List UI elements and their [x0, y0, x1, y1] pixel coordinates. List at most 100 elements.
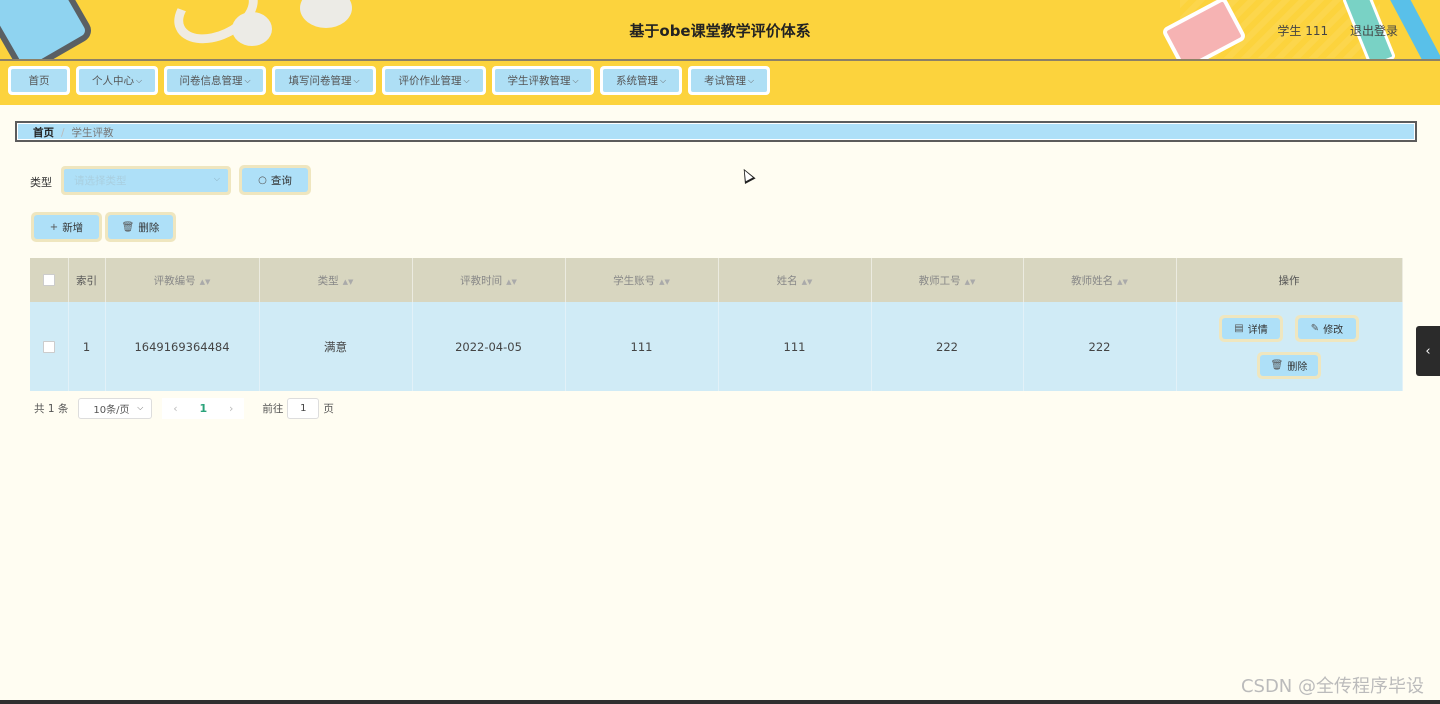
- row-select-cell: [30, 302, 69, 391]
- column-header-label: 评教时间: [460, 274, 503, 287]
- column-header-label: 教师工号: [918, 274, 961, 287]
- detail-button[interactable]: ▤ 详情: [1219, 314, 1283, 342]
- column-header-label: 教师姓名: [1071, 274, 1114, 287]
- edit-icon: ✎: [1310, 322, 1320, 334]
- type-select[interactable]: 请选择类型 ⌵: [61, 166, 231, 195]
- chevron-down-icon: ⌵: [213, 174, 220, 183]
- column-header-type[interactable]: 类型 ▲▼: [259, 258, 413, 302]
- cell-teacher-name: 222: [1023, 302, 1177, 391]
- breadcrumb-current: 学生评教: [71, 127, 114, 139]
- column-header-eval-no[interactable]: 评教编号 ▲▼: [105, 258, 260, 302]
- trash-icon: 🗑: [1270, 359, 1284, 371]
- main-nav: 首页 个人中心 ⌵ 问卷信息管理 ⌵ 填写问卷管理 ⌵ 评价作业管理 ⌵ 学生评教管理 ⌵…: [0, 61, 1440, 105]
- add-button-label: 新增: [62, 221, 84, 234]
- sort-icon[interactable]: ▲▼: [1117, 278, 1128, 286]
- trash-icon: 🗑: [121, 221, 135, 233]
- column-header-teacher-no[interactable]: 教师工号 ▲▼: [871, 258, 1024, 302]
- pagination-total: 共 1 条: [34, 402, 69, 415]
- row-delete-button-label: 删除: [1287, 361, 1308, 373]
- search-icon: ○: [258, 174, 267, 186]
- batch-delete-button[interactable]: 🗑 删除: [105, 212, 176, 242]
- type-select-placeholder: 请选择类型: [74, 175, 127, 187]
- goto-page-input[interactable]: [287, 397, 320, 419]
- chevron-down-icon: ⌵: [244, 75, 251, 85]
- breadcrumb-home[interactable]: 首页: [33, 127, 54, 139]
- nav-item-label: 问卷信息管理: [179, 75, 243, 87]
- nav-item-student-evaluation[interactable]: 学生评教管理 ⌵: [492, 66, 594, 95]
- type-filter-label: 类型: [30, 176, 52, 189]
- current-user-label: 学生 111: [1277, 24, 1329, 38]
- cell-teacher-no: 222: [871, 302, 1024, 391]
- column-header-teacher-name[interactable]: 教师姓名 ▲▼: [1023, 258, 1177, 302]
- document-icon: ▤: [1234, 322, 1244, 334]
- table-header-row: 索引 评教编号 ▲▼ 类型 ▲▼ 评教时间 ▲▼ 学生账号 ▲▼ 姓名 ▲▼ 教师工号 ▲▼…: [30, 258, 1403, 302]
- nav-item-evaluation-homework[interactable]: 评价作业管理 ⌵: [382, 66, 486, 95]
- nav-item-label: 学生评教管理: [507, 75, 571, 87]
- top-header: 基于obe课堂教学评价体系 学生 111 退出登录: [0, 0, 1440, 61]
- page-size-value: 10条/页: [93, 404, 130, 416]
- next-page-icon[interactable]: ›: [229, 402, 233, 415]
- nav-item-label: 考试管理: [703, 75, 746, 87]
- plus-icon: +: [49, 221, 59, 233]
- watermark: CSDN @全传程序毕设: [1240, 676, 1424, 697]
- chevron-down-icon: ⌵: [747, 75, 755, 85]
- chevron-down-icon: ⌵: [463, 75, 470, 85]
- cell-actions: ▤ 详情 ✎ 修改 🗑 删除: [1176, 302, 1403, 391]
- column-header-label: 评教编号: [153, 274, 196, 287]
- chevron-down-icon: ⌵: [353, 75, 360, 85]
- batch-delete-button-label: 删除: [138, 221, 160, 234]
- sort-icon[interactable]: ▲▼: [659, 278, 670, 286]
- nav-item-questionnaire-info[interactable]: 问卷信息管理 ⌵: [164, 66, 266, 95]
- column-header-label: 类型: [317, 274, 339, 287]
- nav-item-label: 首页: [28, 75, 50, 87]
- breadcrumb: 首页 / 学生评教: [15, 121, 1417, 142]
- chevron-left-icon: ‹: [1425, 343, 1431, 359]
- nav-item-system[interactable]: 系统管理 ⌵: [600, 66, 682, 95]
- evaluation-table: 索引 评教编号 ▲▼ 类型 ▲▼ 评教时间 ▲▼ 学生账号 ▲▼ 姓名 ▲▼ 教师工号 ▲▼…: [30, 258, 1403, 391]
- sort-icon[interactable]: ▲▼: [802, 278, 813, 286]
- column-header-student-account[interactable]: 学生账号 ▲▼: [565, 258, 719, 302]
- chevron-down-icon: ⌵: [137, 403, 144, 412]
- column-header-label: 学生账号: [613, 274, 656, 287]
- nav-item-label: 系统管理: [615, 75, 658, 87]
- row-checkbox[interactable]: [42, 341, 55, 353]
- pagination: 共 1 条 10条/页 ⌵ ‹ 1 › 前往 页: [34, 397, 334, 419]
- nav-item-home[interactable]: 首页: [8, 66, 70, 95]
- logout-link[interactable]: 退出登录: [1350, 24, 1398, 38]
- sort-icon[interactable]: ▲▼: [506, 278, 517, 286]
- edit-button-label: 修改: [1323, 324, 1344, 336]
- sort-icon[interactable]: ▲▼: [343, 278, 354, 286]
- select-all-cell: [30, 258, 69, 302]
- cell-type: 满意: [259, 302, 413, 391]
- nav-item-fill-questionnaire[interactable]: 填写问卷管理 ⌵: [272, 66, 376, 95]
- nav-item-exam[interactable]: 考试管理 ⌵: [688, 66, 770, 95]
- column-header-name[interactable]: 姓名 ▲▼: [718, 258, 872, 302]
- page-nav: ‹ 1 ›: [162, 397, 245, 419]
- side-panel-toggle[interactable]: ‹: [1416, 326, 1440, 376]
- page-size-select[interactable]: 10条/页 ⌵: [78, 397, 153, 419]
- row-delete-button[interactable]: 🗑 删除: [1257, 351, 1321, 379]
- page-number-current[interactable]: 1: [200, 402, 208, 415]
- column-header-eval-time[interactable]: 评教时间 ▲▼: [412, 258, 566, 302]
- column-header-index: 索引: [68, 258, 106, 302]
- nav-item-personal-center[interactable]: 个人中心 ⌵: [76, 66, 158, 95]
- sort-icon[interactable]: ▲▼: [965, 278, 976, 286]
- bottom-bar: [0, 700, 1440, 704]
- chevron-down-icon: ⌵: [659, 75, 667, 85]
- nav-item-label: 评价作业管理: [398, 75, 462, 87]
- edit-button[interactable]: ✎ 修改: [1295, 314, 1359, 342]
- nav-item-label: 填写问卷管理: [288, 75, 352, 87]
- select-all-checkbox[interactable]: [42, 274, 55, 286]
- app-title: 基于obe课堂教学评价体系: [629, 22, 811, 40]
- detail-button-label: 详情: [1247, 324, 1268, 336]
- chevron-down-icon: ⌵: [135, 75, 143, 85]
- mouse-cursor-icon: [738, 166, 756, 184]
- query-button-label: 查询: [270, 174, 292, 187]
- cell-eval-no: 1649169364484: [105, 302, 260, 391]
- sort-icon[interactable]: ▲▼: [200, 278, 211, 286]
- goto-label: 前往: [262, 402, 284, 415]
- nav-item-label: 个人中心: [91, 75, 134, 87]
- add-button[interactable]: + 新增: [31, 212, 102, 242]
- prev-page-icon[interactable]: ‹: [173, 402, 177, 415]
- query-button[interactable]: ○ 查询: [239, 165, 311, 195]
